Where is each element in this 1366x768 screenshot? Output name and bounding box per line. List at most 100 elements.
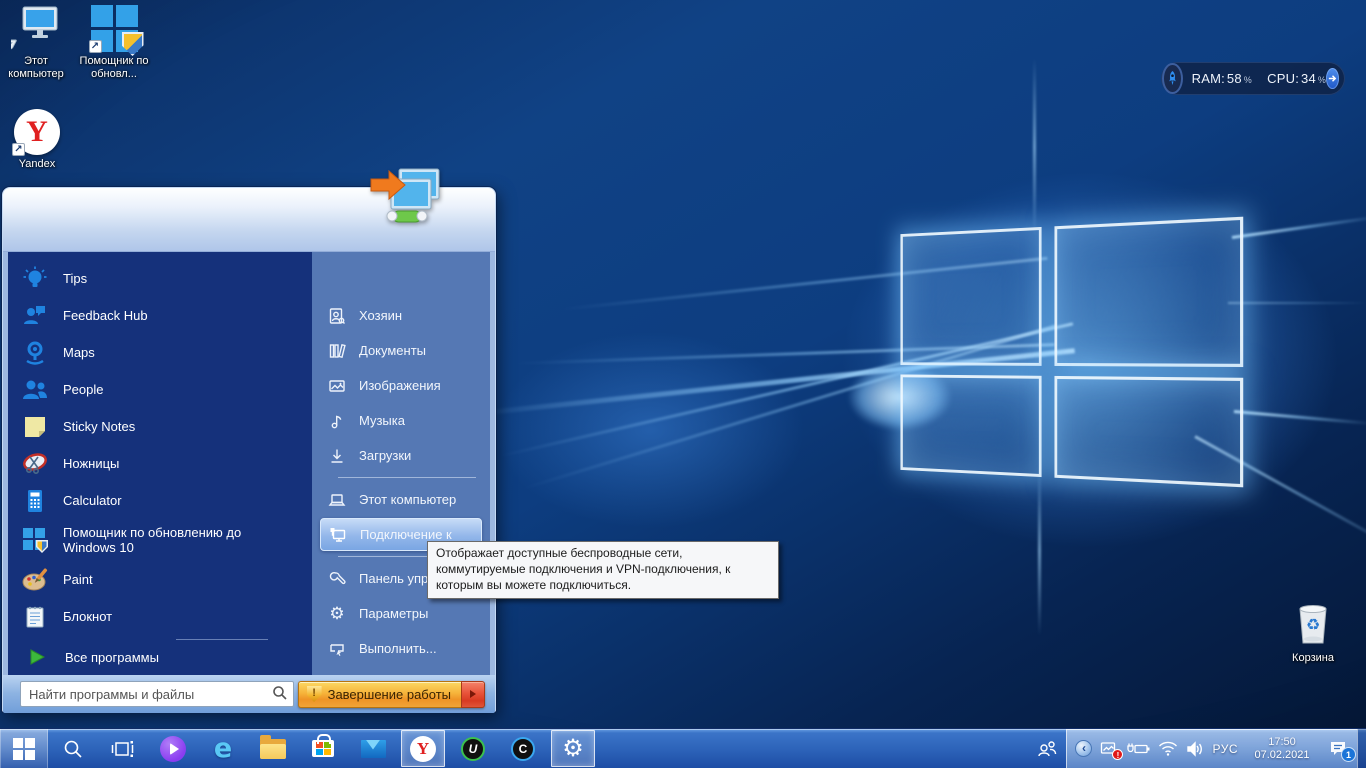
alice-assistant-button[interactable] (148, 729, 198, 768)
menu-item-label: Этот компьютер (359, 492, 456, 507)
start-button[interactable] (0, 729, 48, 768)
clock[interactable]: 17:50 07.02.2021 (1246, 736, 1318, 762)
shutdown-options-arrow[interactable] (461, 681, 485, 708)
time: 17:50 (1246, 736, 1318, 749)
start-menu-item-run[interactable]: Выполнить... (312, 631, 490, 666)
start-menu-item-paint[interactable]: Paint (8, 561, 312, 598)
settings-button[interactable]: ⚙ (551, 730, 595, 767)
windows-update-assistant-icon (20, 525, 50, 555)
search-icon (272, 685, 288, 706)
start-menu-item-pictures[interactable]: Изображения (312, 368, 490, 403)
pictures-icon (327, 376, 347, 396)
tooltip: Отображает доступные беспроводные сети, … (427, 541, 779, 599)
menu-separator (338, 477, 476, 478)
start-menu-item-notepad[interactable]: Блокнот (8, 598, 312, 635)
alert-badge: ! (1112, 749, 1123, 760)
folder-icon (260, 739, 286, 759)
gear-icon: ⚙ (562, 737, 584, 761)
show-desktop-button[interactable] (1357, 729, 1366, 768)
menu-item-label: Выполнить... (359, 641, 437, 656)
taskbar-search-button[interactable] (48, 729, 98, 768)
documents-icon (327, 341, 347, 361)
system-tray: ‹ ! РУС 17:50 07.02.2021 1 (1066, 729, 1357, 768)
search-input[interactable] (20, 681, 294, 707)
shutdown-label: Завершение работы (328, 687, 451, 702)
volume-icon[interactable] (1186, 741, 1204, 757)
start-menu-item-people[interactable]: People (8, 371, 312, 408)
desktop-icon-yandex[interactable]: Y ↗ Yandex (6, 103, 68, 171)
task-view-button[interactable] (98, 729, 148, 768)
start-menu-item-user[interactable]: Хозяин (312, 298, 490, 333)
yandex-icon: Y (410, 736, 436, 762)
start-menu-programs-column: Tips Feedback Hub Maps (8, 252, 312, 675)
file-explorer-button[interactable] (248, 729, 298, 768)
start-menu-item-maps[interactable]: Maps (8, 334, 312, 371)
people-icon (20, 375, 50, 405)
notepad-icon (20, 602, 50, 632)
ccleaner-icon: C (511, 737, 535, 761)
network-connection-icon (328, 525, 348, 545)
wifi-icon[interactable] (1158, 741, 1178, 756)
menu-item-label: Блокнот (63, 609, 112, 624)
desktop-icon-label: Этот компьютер (0, 55, 72, 81)
menu-item-label: Загрузки (359, 448, 411, 463)
security-notification-icon[interactable]: ! (1100, 741, 1118, 757)
iobit-uninstaller-button[interactable]: U (448, 729, 498, 768)
start-menu-item-tips[interactable]: Tips (8, 260, 312, 297)
menu-item-label: Хозяин (359, 308, 402, 323)
menu-separator (176, 639, 268, 640)
shutdown-button[interactable]: ! Завершение работы (298, 681, 485, 708)
desktop: Этот компьютер ↗ Помощник по обновл... Y… (0, 0, 1366, 768)
store-icon (312, 740, 334, 757)
windows-logo-icon (13, 738, 35, 760)
widget-expand-arrow-icon[interactable] (1326, 68, 1339, 89)
start-menu-item-music[interactable]: Музыка (312, 403, 490, 438)
start-menu-item-update-assistant[interactable]: Помощник по обновлению до Windows 10 (8, 519, 312, 561)
menu-item-label: Maps (63, 345, 95, 360)
uninstaller-icon: U (461, 737, 485, 761)
search-box[interactable] (20, 681, 294, 707)
date: 07.02.2021 (1246, 749, 1318, 762)
computer-icon (11, 0, 61, 52)
user-icon (327, 306, 347, 326)
start-menu-item-documents[interactable]: Документы (312, 333, 490, 368)
power-battery-icon[interactable] (1126, 742, 1150, 756)
start-menu-bottom-bar: ! Завершение работы (3, 675, 495, 713)
performance-widget[interactable]: RAM:58% CPU:34% (1161, 62, 1345, 95)
ccleaner-button[interactable]: C (498, 729, 548, 768)
edge-icon: e (214, 733, 232, 764)
menu-item-label: Документы (359, 343, 426, 358)
start-menu-item-feedback-hub[interactable]: Feedback Hub (8, 297, 312, 334)
scissors-icon (20, 449, 50, 479)
hidden-icons-chevron[interactable]: ‹ (1075, 740, 1092, 757)
rocket-icon (1162, 63, 1183, 94)
desktop-icon-this-pc[interactable]: Этот компьютер (0, 0, 72, 81)
recycle-glyph: ♻ (1306, 617, 1320, 634)
start-menu-item-sticky-notes[interactable]: Sticky Notes (8, 408, 312, 445)
microsoft-store-button[interactable] (298, 729, 348, 768)
edge-button[interactable]: e (198, 729, 248, 768)
notification-count-badge: 1 (1341, 747, 1356, 762)
language-indicator[interactable]: РУС (1212, 742, 1238, 756)
shortcut-arrow-icon: ↗ (12, 143, 25, 156)
menu-item-label: Tips (63, 271, 87, 286)
desktop-icon-update-assistant[interactable]: ↗ Помощник по обновл... (74, 0, 154, 81)
windows-update-assistant-icon: ↗ (91, 0, 138, 52)
start-menu-item-calculator[interactable]: Calculator (8, 482, 312, 519)
desktop-icon-label: Корзина (1292, 652, 1334, 665)
paint-icon (20, 565, 50, 595)
all-programs-button[interactable]: Все программы (8, 644, 312, 670)
menu-item-label: People (63, 382, 103, 397)
desktop-icon-recycle-bin[interactable]: ♻ Корзина (1284, 597, 1342, 665)
desktop-icon-label: Yandex (19, 158, 56, 171)
mail-button[interactable] (348, 729, 398, 768)
start-menu-item-snipping-tool[interactable]: Ножницы (8, 445, 312, 482)
action-center-button[interactable]: 1 (1326, 740, 1352, 758)
start-menu-item-this-pc[interactable]: Этот компьютер (312, 482, 490, 517)
sticky-notes-icon (20, 412, 50, 442)
start-menu-item-downloads[interactable]: Загрузки (312, 438, 490, 473)
start-menu-item-settings[interactable]: ⚙ Параметры (312, 596, 490, 631)
people-taskbar-button[interactable] (1028, 729, 1066, 768)
yandex-browser-button[interactable]: Y (401, 730, 445, 767)
uac-shield-icon: ! (307, 686, 322, 702)
